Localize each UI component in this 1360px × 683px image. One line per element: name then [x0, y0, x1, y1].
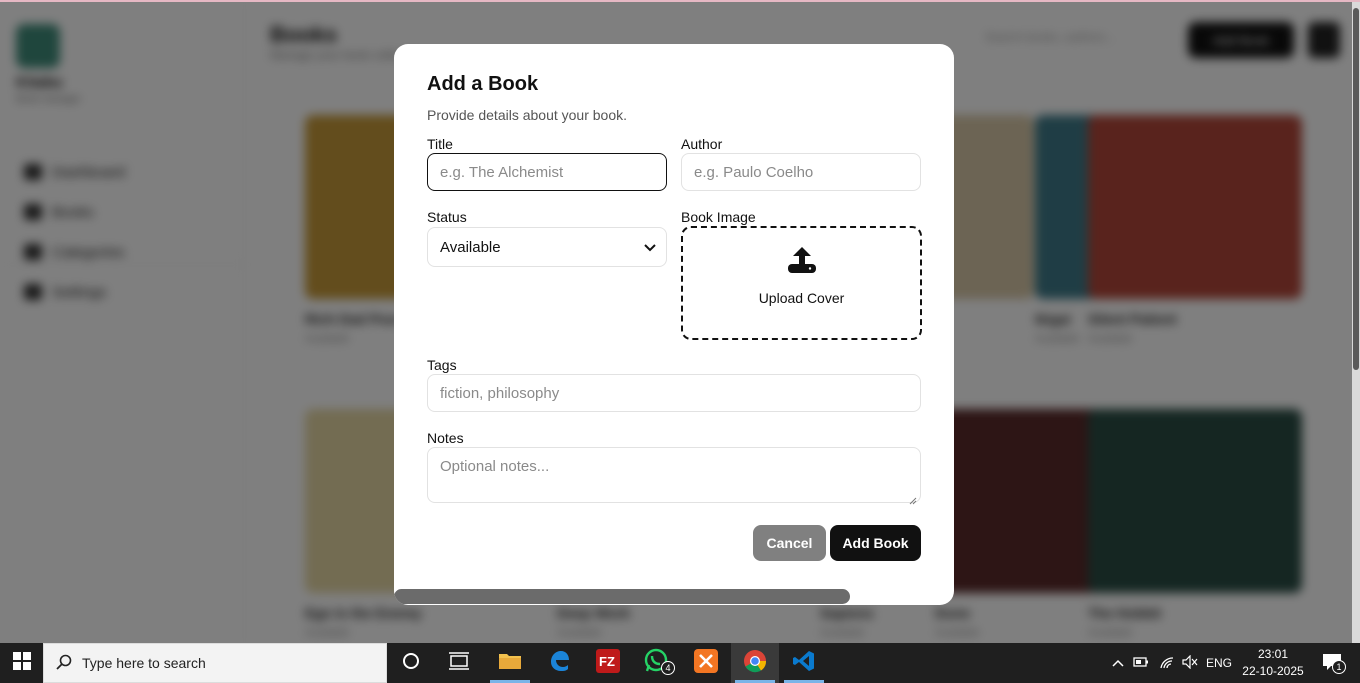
taskbar-edge[interactable] [535, 643, 583, 683]
tags-label: Tags [427, 357, 457, 373]
chrome-icon [743, 649, 767, 678]
chevron-down-icon [644, 239, 656, 256]
start-button[interactable] [0, 643, 43, 683]
language-indicator[interactable]: ENG [1203, 643, 1235, 683]
cancel-button[interactable]: Cancel [753, 525, 826, 561]
action-center-button[interactable]: 1 [1312, 643, 1352, 683]
book-image-label: Book Image [681, 209, 756, 225]
clock-time: 23:01 [1257, 647, 1289, 661]
search-icon [56, 654, 72, 673]
taskbar-chrome[interactable] [731, 643, 779, 683]
taskbar-clock[interactable]: 23:01 22-10-2025 [1238, 646, 1308, 680]
author-input[interactable] [681, 153, 921, 191]
taskbar-search-box[interactable]: Type here to search [43, 643, 387, 683]
status-select[interactable]: Available [427, 227, 667, 267]
whatsapp-badge: 4 [661, 660, 675, 675]
tags-input[interactable] [427, 374, 921, 412]
dialog-subtitle: Provide details about your book. [427, 107, 628, 123]
upload-icon [787, 245, 817, 280]
volume-button[interactable] [1180, 643, 1200, 683]
upload-cover-label: Upload Cover [758, 290, 845, 306]
browser-viewport: Kitabu Book manager Dashboard Books Cate… [0, 0, 1360, 643]
upload-cover-dropzone[interactable]: Upload Cover [681, 226, 922, 340]
wifi-icon [1159, 655, 1175, 672]
title-label: Title [427, 136, 453, 152]
notification-icon: 1 [1322, 653, 1346, 674]
taskbar-xampp[interactable] [682, 643, 730, 683]
svg-text:FZ: FZ [599, 654, 615, 669]
taskbar-search-placeholder: Type here to search [82, 655, 206, 671]
taskbar-file-explorer[interactable] [486, 643, 534, 683]
taskbar-whatsapp[interactable]: 4 [633, 643, 681, 683]
cortana-icon [402, 652, 420, 675]
vertical-scrollbar-thumb[interactable] [1353, 8, 1359, 370]
notes-label: Notes [427, 430, 464, 446]
horizontal-scrollbar-thumb[interactable] [394, 589, 850, 604]
battery-icon [1133, 656, 1149, 671]
windows-logo-icon [12, 651, 31, 675]
task-view-button[interactable] [435, 643, 483, 683]
taskbar-vscode[interactable] [780, 643, 828, 683]
taskbar-filezilla[interactable]: FZ [584, 643, 632, 683]
clock-date: 22-10-2025 [1242, 664, 1304, 678]
notification-count: 1 [1332, 659, 1346, 674]
volume-muted-icon [1182, 654, 1198, 672]
resize-grip-icon[interactable] [908, 492, 917, 505]
folder-icon [498, 651, 522, 676]
title-input[interactable] [427, 153, 667, 191]
task-view-icon [449, 651, 469, 675]
whatsapp-icon: 4 [644, 648, 675, 679]
filezilla-icon: FZ [596, 648, 620, 678]
battery-button[interactable] [1130, 643, 1152, 683]
add-book-dialog: Add a Book Provide details about your bo… [394, 44, 954, 605]
windows-taskbar: Type here to search FZ 4 ENG 23:01 22-10… [0, 643, 1360, 683]
network-button[interactable] [1155, 643, 1179, 683]
vscode-icon [792, 649, 816, 678]
cortana-button[interactable] [387, 643, 435, 683]
chevron-up-icon [1112, 656, 1124, 670]
author-label: Author [681, 136, 723, 152]
add-book-submit-button[interactable]: Add Book [830, 525, 921, 561]
xampp-icon [694, 648, 718, 678]
status-label: Status [427, 209, 467, 225]
edge-icon [547, 649, 571, 678]
show-hidden-icons-button[interactable] [1108, 643, 1128, 683]
status-select-value: Available [440, 238, 501, 256]
notes-textarea[interactable] [427, 447, 921, 503]
dialog-title: Add a Book [427, 73, 539, 95]
